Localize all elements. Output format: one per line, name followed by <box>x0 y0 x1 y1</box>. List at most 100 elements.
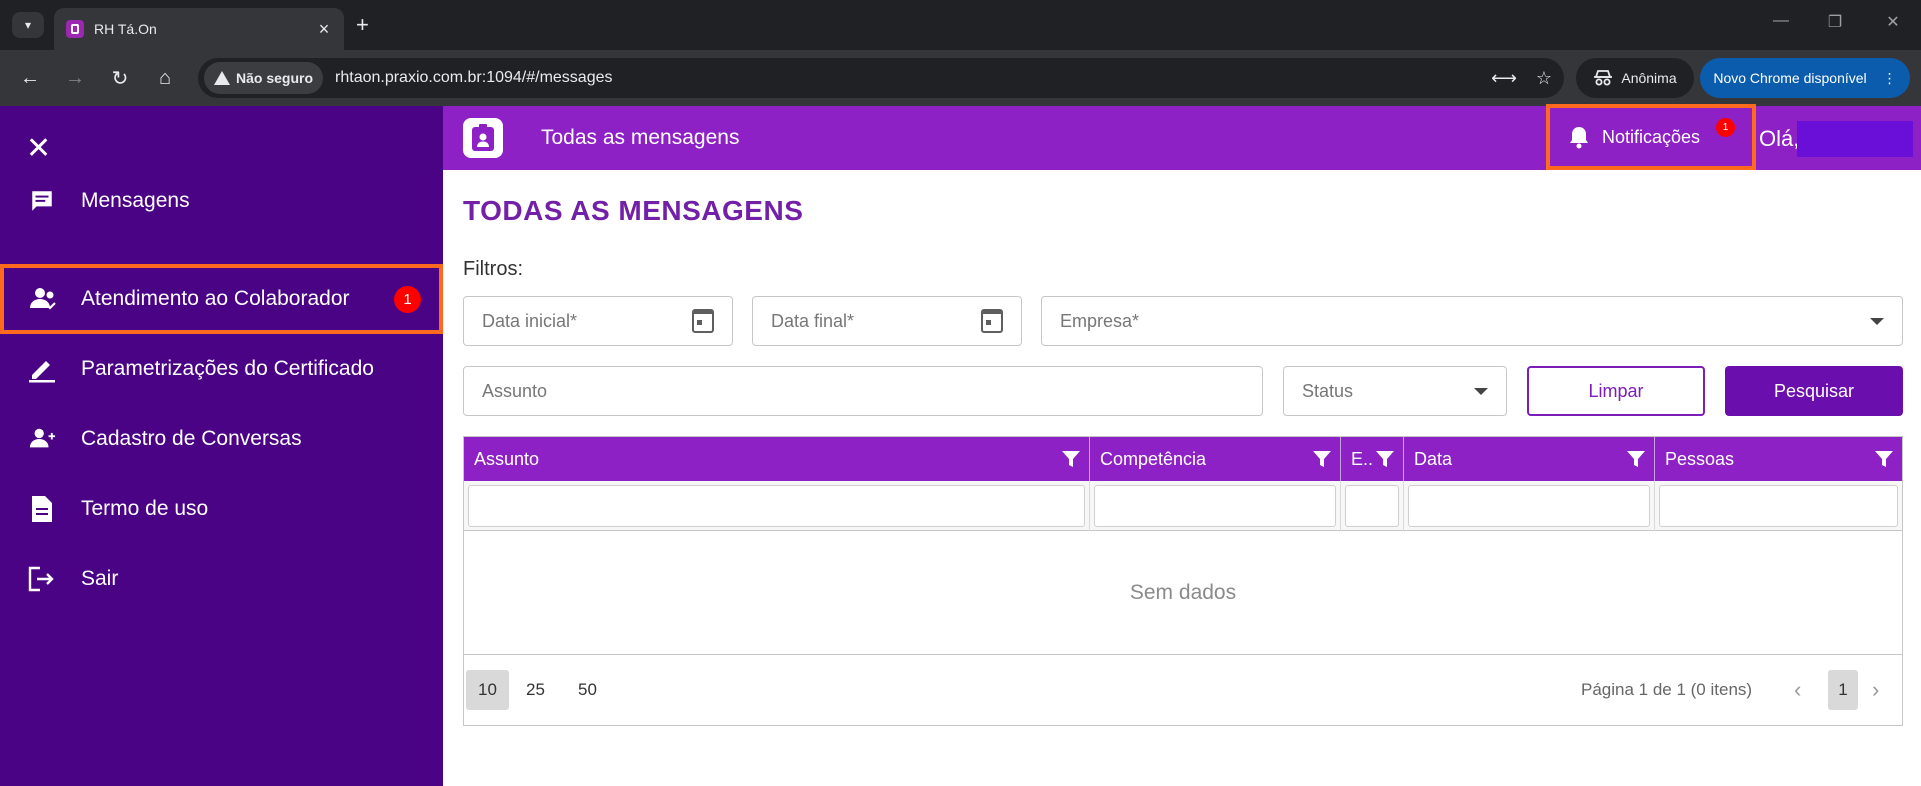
column-filter-input[interactable] <box>1408 485 1650 527</box>
table-header: Assunto Competência E.. Data Pessoas <box>464 437 1902 481</box>
column-filter-input[interactable] <box>468 485 1085 527</box>
table-filter-row <box>464 481 1902 531</box>
filter-funnel-icon[interactable] <box>1375 449 1395 469</box>
column-assunto[interactable]: Assunto <box>464 437 1090 481</box>
logout-icon <box>28 565 56 593</box>
page-number-button[interactable]: 1 <box>1828 670 1858 710</box>
company-select[interactable]: Empresa* <box>1041 296 1903 346</box>
notifications-badge: 1 <box>1716 118 1735 137</box>
sidebar-item-label: Mensagens <box>81 189 190 212</box>
calendar-icon[interactable] <box>981 309 1003 333</box>
status-select[interactable]: Status <box>1283 366 1507 416</box>
browser-tab[interactable]: RH Tá.On × <box>54 8 344 50</box>
incognito-icon <box>1594 70 1613 86</box>
subject-placeholder: Assunto <box>482 380 548 401</box>
subject-input[interactable]: Assunto <box>463 366 1263 416</box>
address-bar[interactable]: Não seguro rhtaon.praxio.com.br:1094/#/m… <box>198 58 1564 98</box>
tab-search-chevron-icon[interactable]: ▾ <box>12 12 44 38</box>
page-size-option[interactable]: 10 <box>466 670 509 710</box>
end-date-field[interactable]: Data final* <box>752 296 1022 346</box>
calendar-icon[interactable] <box>692 309 714 333</box>
sidebar-item-sair[interactable]: Sair <box>0 544 443 614</box>
filter-cell <box>1655 481 1902 531</box>
site-favicon-icon <box>66 20 84 38</box>
pager: 10 25 50 Página 1 de 1 (0 itens) ‹ 1 › <box>464 655 1902 725</box>
sidebar-item-label: Parametrizações do Certificado <box>81 357 374 380</box>
sidebar-item-mensagens[interactable]: Mensagens <box>0 166 443 236</box>
column-data[interactable]: Data <box>1404 437 1655 481</box>
company-placeholder: Empresa* <box>1060 310 1140 331</box>
filter-funnel-icon[interactable] <box>1061 449 1081 469</box>
filter-funnel-icon[interactable] <box>1312 449 1332 469</box>
browser-tabbar: ▾ RH Tá.On × + — ❐ ✕ <box>0 0 1921 50</box>
filter-funnel-icon[interactable] <box>1874 449 1894 469</box>
incognito-indicator[interactable]: Anônima <box>1576 58 1694 98</box>
page-size-option[interactable]: 50 <box>566 670 609 710</box>
column-competencia[interactable]: Competência <box>1090 437 1341 481</box>
sidebar-item-label: Sair <box>81 567 119 590</box>
chevron-down-icon <box>1870 317 1884 325</box>
header-title: Todas as mensagens <box>541 126 740 149</box>
window-close-icon[interactable]: ✕ <box>1878 12 1908 32</box>
chrome-update-button[interactable]: Novo Chrome disponível ⋮ <box>1700 58 1910 98</box>
filter-cell <box>1404 481 1655 531</box>
end-date-placeholder: Data final* <box>771 310 855 331</box>
chat-icon <box>28 187 56 215</box>
clear-button[interactable]: Limpar <box>1527 366 1705 416</box>
column-pessoas[interactable]: Pessoas <box>1655 437 1902 481</box>
bell-icon <box>1570 127 1588 149</box>
start-date-field[interactable]: Data inicial* <box>463 296 733 346</box>
sidebar-close-icon[interactable]: ✕ <box>26 134 51 164</box>
chevron-down-icon <box>1474 387 1488 395</box>
filter-funnel-icon[interactable] <box>1626 449 1646 469</box>
main-content: TODAS AS MENSAGENS Filtros: Data inicial… <box>443 170 1921 786</box>
column-filter-input[interactable] <box>1659 485 1898 527</box>
security-indicator[interactable]: Não seguro <box>204 62 324 94</box>
column-label: Assunto <box>474 448 540 469</box>
pen-icon <box>28 355 56 383</box>
translate-icon[interactable]: ⟷ <box>1484 68 1524 89</box>
sidebar-item-cadastro-conversas[interactable]: Cadastro de Conversas <box>0 404 443 474</box>
sidebar-item-label: Atendimento ao Colaborador <box>81 287 350 310</box>
messages-table: Assunto Competência E.. Data Pessoas Sem… <box>463 436 1903 726</box>
restore-icon[interactable]: ❐ <box>1820 12 1850 32</box>
sidebar-item-label: Termo de uso <box>81 497 209 520</box>
kebab-menu-icon[interactable]: ⋮ <box>1883 70 1897 87</box>
page-title: TODAS AS MENSAGENS <box>463 195 804 226</box>
column-e[interactable]: E.. <box>1341 437 1404 481</box>
column-label: Pessoas <box>1665 448 1735 469</box>
status-placeholder: Status <box>1302 380 1354 401</box>
column-filter-input[interactable] <box>1345 485 1399 527</box>
username-redacted <box>1797 121 1913 157</box>
sidebar-item-parametrizacoes[interactable]: Parametrizações do Certificado <box>0 334 443 404</box>
filter-cell <box>1090 481 1341 531</box>
sidebar-item-atendimento[interactable]: Atendimento ao Colaborador 1 <box>0 264 443 334</box>
chevron-left-icon[interactable]: ‹ <box>1794 677 1801 703</box>
security-label: Não seguro <box>236 70 314 86</box>
sidebar: ✕ Mensagens Atendimento ao Colaborador 1… <box>0 106 443 786</box>
app-header: Todas as mensagens Notificações 1 Olá, <box>443 104 1921 170</box>
column-filter-input[interactable] <box>1094 485 1336 527</box>
empty-state: Sem dados <box>464 531 1902 655</box>
sidebar-item-termo-de-uso[interactable]: Termo de uso <box>0 474 443 544</box>
page-size-option[interactable]: 25 <box>514 670 557 710</box>
update-label: Novo Chrome disponível <box>1713 70 1867 86</box>
back-arrow-icon[interactable]: ← <box>16 64 44 92</box>
app-logo-icon <box>463 118 503 158</box>
chevron-right-icon[interactable]: › <box>1872 677 1879 703</box>
filter-cell <box>1341 481 1404 531</box>
warning-triangle-icon <box>214 71 230 85</box>
url-text[interactable]: rhtaon.praxio.com.br:1094/#/messages <box>335 69 1484 87</box>
home-icon[interactable]: ⌂ <box>151 64 179 92</box>
search-button[interactable]: Pesquisar <box>1725 366 1903 416</box>
notifications-button[interactable]: Notificações 1 <box>1546 104 1756 170</box>
column-label: E.. <box>1351 448 1374 469</box>
minimize-icon[interactable]: — <box>1766 12 1796 30</box>
start-date-placeholder: Data inicial* <box>482 310 578 331</box>
bookmark-star-icon[interactable]: ☆ <box>1524 68 1564 89</box>
sidebar-item-label: Cadastro de Conversas <box>81 427 302 450</box>
reload-icon[interactable]: ↻ <box>106 64 134 92</box>
tab-close-icon[interactable]: × <box>314 19 334 40</box>
new-tab-plus-icon[interactable]: + <box>356 12 369 38</box>
forward-arrow-icon[interactable]: → <box>61 64 89 92</box>
